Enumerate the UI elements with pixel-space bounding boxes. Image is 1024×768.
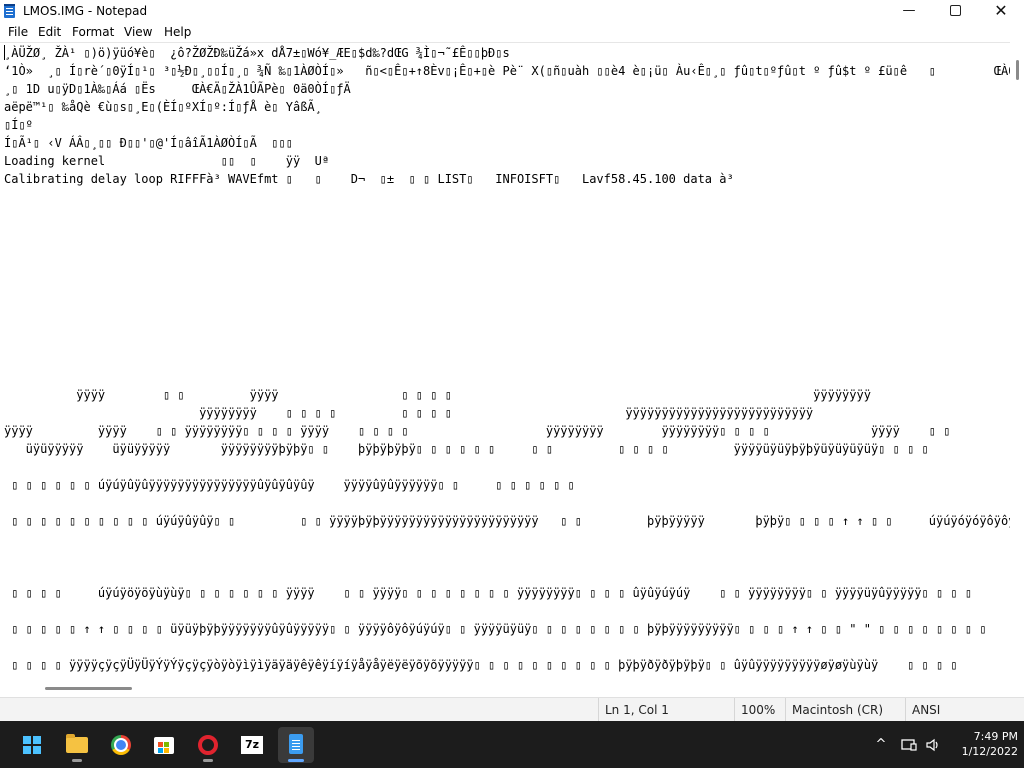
store-icon	[154, 737, 174, 754]
folder-icon	[66, 734, 88, 753]
notepad-app-icon	[4, 4, 15, 18]
editor-line: ▯ ▯ ▯ ▯ ▯ ▯ úÿúÿûÿûÿÿÿÿÿÿÿÿÿÿÿÿÿÿÿûÿûÿûÿ…	[4, 478, 575, 492]
taskbar-7zip[interactable]: 7z	[234, 727, 270, 763]
minimize-button[interactable]: —	[886, 0, 932, 22]
notepad-icon	[289, 734, 303, 754]
menu-edit[interactable]: Edit	[38, 25, 61, 39]
editor-line: Í▯Ã¹▯ ‹V ÁÂ▯¸▯▯ Ð▯▯'▯@'Í▯âîÃ1ÀØÒÍ▯Ã ▯▯▯	[4, 136, 293, 150]
editor-line: Loading kernel ▯▯ ▯ ÿÿ Uª	[4, 154, 330, 168]
taskbar-notepad[interactable]	[278, 727, 314, 763]
chrome-icon	[111, 735, 131, 755]
taskbar-chrome[interactable]	[103, 727, 139, 763]
editor-line: ¸▯ 1D u▯ÿD▯1À‰▯Áá ▯Ës ŒÀ€Ä▯ŽÀ1ÛÃPè▯ 0ä0Ò…	[4, 82, 351, 96]
menu-file[interactable]: File	[8, 25, 28, 39]
tray-volume-icon[interactable]	[922, 721, 944, 768]
status-line-ending: Macintosh (CR)	[785, 698, 904, 722]
horizontal-scroll-thumb[interactable]	[45, 687, 132, 690]
status-cursor-position: Ln 1, Col 1	[598, 698, 733, 722]
editor-line: aëpë™¹▯ ‰åQè €ù▯s▯¸E▯(ÈÍ▯ºXÍ▯º:Í▯ƒÅ è▯ Y…	[4, 100, 322, 114]
editor-line: ▯ ▯ ▯ ▯ úÿúÿöÿöÿùÿùÿ▯ ▯ ▯ ▯ ▯ ▯ ▯ ÿÿÿÿ ▯…	[4, 586, 973, 600]
editor-line: ‘1Ò» ¸▯ Í▯rè´▯0ÿÍ▯¹▯ ³▯½Ð▯¸▯▯Í▯¸▯ ¾Ñ ‰▯1…	[4, 64, 1010, 78]
taskbar-clock[interactable]: 7:49 PM 1/12/2022	[948, 729, 1018, 759]
text-editor[interactable]: ¸ÀÜŽØ¸ ŽÀ¹ ▯)ö)ÿüó¥è▯ ¿ô?ŽØŽÐ‰üŽá»x dÅ7±…	[0, 42, 1010, 683]
menu-view[interactable]: View	[124, 25, 152, 39]
menu-bar: File Edit Format View Help	[0, 22, 1024, 42]
taskbar-opera[interactable]	[190, 727, 226, 763]
editor-line: Calibrating delay loop RIFFFà³ WAVEfmt ▯…	[4, 172, 734, 186]
horizontal-scrollbar[interactable]	[0, 682, 1010, 696]
title-bar: LMOS.IMG - Notepad — ✕	[0, 0, 1024, 22]
vertical-scrollbar[interactable]	[1010, 42, 1024, 682]
7zip-icon: 7z	[241, 736, 263, 754]
clock-time: 7:49 PM	[973, 730, 1018, 743]
minimize-icon: —	[902, 3, 916, 18]
tray-overflow-chevron-icon[interactable]: ^	[870, 721, 892, 768]
status-bar: Ln 1, Col 1 100% Macintosh (CR) ANSI	[0, 697, 1024, 722]
editor-line: ▯ ▯ ▯ ▯ ▯ ↑ ↑ ▯ ▯ ▯ ▯ üÿüÿþÿþÿÿÿÿÿÿÿûÿûÿ…	[4, 622, 987, 636]
clock-date: 1/12/2022	[961, 745, 1018, 758]
close-button[interactable]: ✕	[978, 0, 1024, 22]
maximize-icon	[949, 5, 961, 16]
opera-icon	[198, 735, 218, 755]
editor-line: ¸ÀÜŽØ¸ ŽÀ¹ ▯)ö)ÿüó¥è▯ ¿ô?ŽØŽÐ‰üŽá»x dÅ7±…	[4, 46, 510, 60]
editor-line: ▯ ▯ ▯ ▯ ▯ ▯ ▯ ▯ ▯ ▯ úÿúÿûÿûÿ▯ ▯ ▯ ▯ ÿÿÿÿ…	[4, 514, 1010, 528]
taskbar: 7z ^ 7:49 PM 1/12/2022	[0, 721, 1024, 768]
editor-line: ÿÿÿÿÿÿÿÿ ▯ ▯ ▯ ▯ ▯ ▯ ▯ ▯ ÿÿÿÿÿÿÿÿÿÿÿÿÿÿÿ…	[4, 406, 814, 420]
taskbar-microsoft-store[interactable]	[146, 727, 182, 763]
editor-line: ▯Í▯º	[4, 118, 33, 132]
status-zoom: 100%	[734, 698, 785, 722]
editor-line: ÿÿÿÿ ÿÿÿÿ ▯ ▯ ÿÿÿÿÿÿÿÿ▯ ▯ ▯ ▯ ÿÿÿÿ ▯ ▯ ▯…	[4, 424, 951, 438]
menu-help[interactable]: Help	[164, 25, 191, 39]
maximize-button[interactable]	[932, 0, 978, 22]
start-button[interactable]	[14, 727, 50, 763]
windows-icon	[23, 736, 41, 754]
vertical-scroll-thumb[interactable]	[1016, 60, 1019, 80]
tray-network-icon[interactable]	[898, 721, 920, 768]
editor-line: ▯ ▯ ▯ ▯ ÿÿÿÿçÿçÿÜÿÜÿÝÿÝÿçÿçÿòÿòÿìÿìÿäÿäÿ…	[4, 658, 958, 672]
editor-line: üÿüÿÿÿÿÿ üÿüÿÿÿÿÿ ÿÿÿÿÿÿÿÿþÿþÿ▯ ▯ þÿþÿþÿ…	[4, 442, 929, 456]
menu-format[interactable]: Format	[72, 25, 114, 39]
window-title: LMOS.IMG - Notepad	[23, 4, 148, 18]
status-encoding: ANSI	[905, 698, 1022, 722]
close-icon: ✕	[994, 1, 1008, 20]
editor-line: ÿÿÿÿ ▯ ▯ ÿÿÿÿ ▯ ▯ ▯ ▯ ÿÿÿÿÿÿÿÿ	[4, 388, 871, 402]
taskbar-file-explorer[interactable]	[59, 727, 95, 763]
